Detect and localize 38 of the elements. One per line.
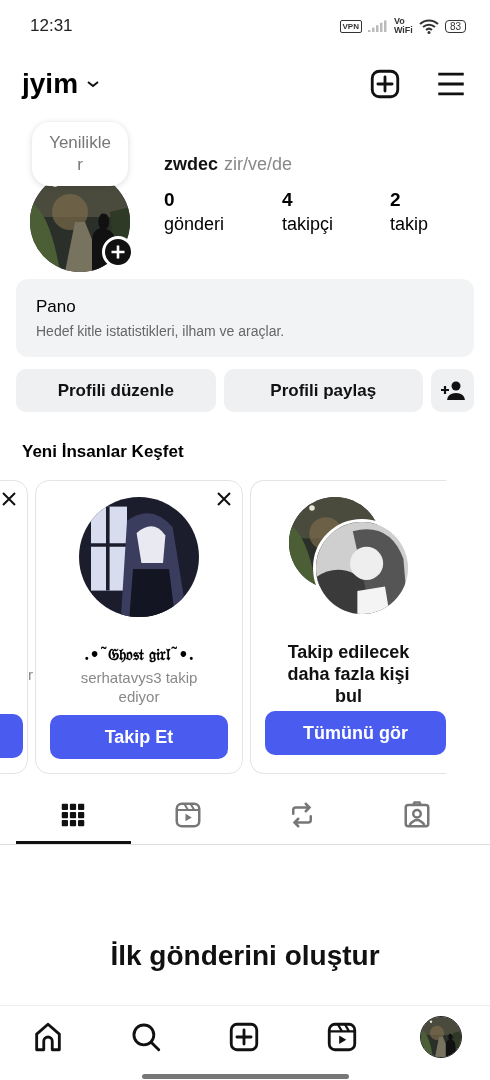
plus-icon — [227, 1020, 261, 1054]
section-title: Yeni İnsanlar Keşfet — [21, 441, 185, 463]
signal-icon — [367, 20, 388, 32]
pronouns: zir/ve/de — [224, 154, 293, 175]
dashboard-subtitle: Hedef kitle istatistikleri, ilham ve araçlar. — [36, 323, 286, 339]
stat-label[interactable]: gönderi — [164, 214, 282, 235]
close-icon[interactable] — [216, 491, 232, 507]
stat-label[interactable]: takipçi — [282, 214, 390, 235]
play-icon — [325, 1020, 359, 1054]
share-profile-button[interactable]: Profili paylaş — [223, 369, 423, 412]
suggestion-subtitle: serhatavys3 takip ediyor — [79, 668, 199, 706]
see-all-button[interactable]: Tümünü gör — [265, 711, 446, 755]
display-name: zwdec — [164, 154, 219, 175]
stat-label[interactable]: takip — [390, 214, 470, 235]
edit-profile-button[interactable]: Profili düzenle — [16, 369, 216, 412]
vpn-badge: VPN — [339, 19, 362, 33]
vowifi-label: Vo WiFi — [393, 17, 413, 35]
clock: 12:31 — [30, 16, 73, 36]
suggestion-subtitle: r — [28, 666, 33, 683]
add-person-button[interactable] — [431, 369, 474, 412]
stat-value[interactable]: 2 — [390, 189, 470, 211]
wifi-icon — [418, 18, 439, 34]
battery-indicator: 83 — [444, 19, 466, 33]
suggestion-name: .•˜𝔊𝔥𝔬𝔰𝔱 𝔤𝔦𝔯𝔩˜•. — [83, 645, 195, 664]
chevron-down-icon[interactable] — [86, 79, 101, 89]
suggestion-title: Takip edilecek daha fazla kişi bul — [286, 641, 411, 707]
stat-value[interactable]: 4 — [282, 189, 390, 211]
close-icon[interactable] — [1, 491, 17, 507]
follow-button[interactable]: Takip Et — [50, 715, 228, 759]
note-tooltip[interactable]: Yenilikler — [32, 122, 128, 186]
dashboard-title: Pano — [36, 297, 77, 317]
dashboard-card[interactable]: Pano Hedef kitle istatistikleri, ilham ve araçlar. — [16, 279, 474, 357]
person-tag-icon — [401, 799, 432, 830]
person-plus-icon — [440, 380, 465, 401]
stat-value[interactable]: 0 — [164, 189, 282, 211]
plus-icon[interactable] — [368, 67, 402, 101]
empty-state-title: İlk gönderini oluştur — [109, 940, 381, 972]
account-name[interactable]: jyim — [22, 68, 79, 100]
